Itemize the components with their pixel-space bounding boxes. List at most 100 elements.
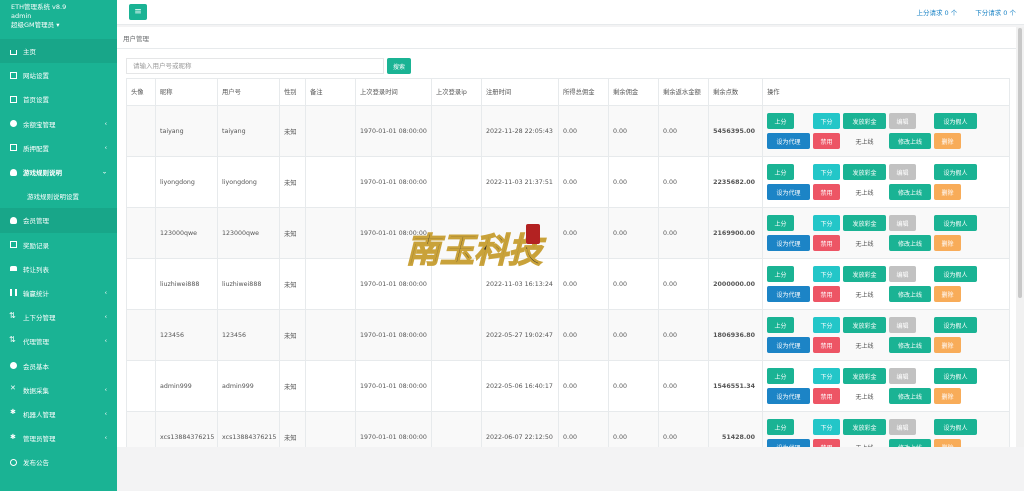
sidebar-item-16[interactable]: 管理员管理 ‹ (0, 426, 117, 450)
home-icon (10, 49, 17, 55)
sidebar-menu: 主页 网站设置 首页设置 余额宝管理 ‹ 质押配置 ‹ 游戏规则说明 ⌄ 游戏规则说明设置 会员管理… (0, 39, 117, 474)
sidebar-item-11[interactable]: 上下分管理 ‹ (0, 305, 117, 329)
scrollbar-thumb[interactable] (1018, 28, 1022, 298)
sidebar-item-0[interactable]: 主页 (0, 39, 117, 64)
bonus-button[interactable]: 发放彩金 (843, 164, 886, 180)
disable-button[interactable]: 禁用 (813, 388, 840, 404)
set-agent-button[interactable]: 设为代理 (767, 286, 810, 302)
down-button[interactable]: 下分 (813, 419, 840, 435)
sidebar-item-17[interactable]: 发布公告 (0, 450, 117, 474)
delete-button[interactable]: 删除 (934, 133, 961, 149)
set-fake-button[interactable]: 设为假人 (934, 164, 977, 180)
disable-button[interactable]: 禁用 (813, 439, 840, 447)
edit-parent-button[interactable]: 修改上线 (889, 286, 931, 302)
down-requests-link[interactable]: 下分请求 0 个 (975, 7, 1016, 17)
set-fake-button[interactable]: 设为假人 (934, 266, 977, 282)
up-button[interactable]: 上分 (767, 368, 794, 384)
bonus-button[interactable]: 发放彩金 (843, 368, 886, 384)
edit-parent-button[interactable]: 修改上线 (889, 388, 931, 404)
sidebar-item-8[interactable]: 奖励记录 (0, 233, 117, 257)
delete-button[interactable]: 删除 (934, 388, 961, 404)
page-title: 用户管理 (117, 27, 1016, 49)
reward-icon (10, 241, 17, 249)
disable-button[interactable]: 禁用 (813, 184, 840, 200)
up-button[interactable]: 上分 (767, 164, 794, 180)
cell-rebate: 0.00 (658, 156, 709, 208)
menu-toggle-button[interactable]: ≡ (129, 4, 147, 20)
disable-button[interactable]: 禁用 (813, 235, 840, 251)
up-requests-link[interactable]: 上分请求 0 个 (916, 7, 957, 17)
edit-button[interactable]: 编辑 (889, 266, 916, 282)
cell-ip (431, 309, 482, 361)
set-agent-button[interactable]: 设为代理 (767, 337, 810, 353)
sidebar-item-3[interactable]: 余额宝管理 ‹ (0, 112, 117, 136)
bonus-button[interactable]: 发放彩金 (843, 215, 886, 231)
sidebar-item-7[interactable]: 会员管理 (0, 208, 117, 233)
down-button[interactable]: 下分 (813, 113, 840, 129)
down-button[interactable]: 下分 (813, 164, 840, 180)
down-button[interactable]: 下分 (813, 317, 840, 333)
up-button[interactable]: 上分 (767, 266, 794, 282)
user-role-dropdown[interactable]: 超级GM管理员 ▾ (11, 21, 109, 30)
sidebar-item-5[interactable]: 游戏规则说明 ⌄ (0, 160, 117, 184)
up-button[interactable]: 上分 (767, 113, 794, 129)
up-button[interactable]: 上分 (767, 317, 794, 333)
edit-button[interactable]: 编辑 (889, 215, 916, 231)
sidebar-item-10[interactable]: 输赢统计 ‹ (0, 281, 117, 305)
delete-button[interactable]: 删除 (934, 286, 961, 302)
set-fake-button[interactable]: 设为假人 (934, 215, 977, 231)
set-fake-button[interactable]: 设为假人 (934, 317, 977, 333)
search-button[interactable]: 搜索 (387, 58, 411, 74)
sidebar-item-1[interactable]: 网站设置 (0, 63, 117, 87)
delete-button[interactable]: 删除 (934, 184, 961, 200)
disable-button[interactable]: 禁用 (813, 286, 840, 302)
set-fake-button[interactable]: 设为假人 (934, 113, 977, 129)
disable-button[interactable]: 禁用 (813, 337, 840, 353)
delete-button[interactable]: 删除 (934, 337, 961, 353)
set-agent-button[interactable]: 设为代理 (767, 184, 810, 200)
cell-rebate: 0.00 (658, 360, 709, 412)
edit-parent-button[interactable]: 修改上线 (889, 235, 931, 251)
down-button[interactable]: 下分 (813, 215, 840, 231)
delete-button[interactable]: 删除 (934, 439, 961, 447)
sidebar-item-4[interactable]: 质押配置 ‹ (0, 136, 117, 160)
sidebar-item-6[interactable]: 游戏规则说明设置 (0, 184, 117, 208)
up-button[interactable]: 上分 (767, 215, 794, 231)
sidebar-item-15[interactable]: 机器人管理 ‹ (0, 402, 117, 426)
bonus-button[interactable]: 发放彩金 (843, 266, 886, 282)
bonus-button[interactable]: 发放彩金 (843, 113, 886, 129)
up-button[interactable]: 上分 (767, 419, 794, 435)
sidebar-item-14[interactable]: 数据采集 ‹ (0, 378, 117, 402)
edit-parent-button[interactable]: 修改上线 (889, 184, 931, 200)
edit-button[interactable]: 编辑 (889, 113, 916, 129)
sidebar-item-9[interactable]: 转让列表 (0, 257, 117, 281)
down-button[interactable]: 下分 (813, 368, 840, 384)
edit-parent-button[interactable]: 修改上线 (889, 439, 931, 447)
edit-button[interactable]: 编辑 (889, 317, 916, 333)
delete-button[interactable]: 删除 (934, 235, 961, 251)
sidebar-item-2[interactable]: 首页设置 (0, 87, 117, 111)
column-header: 操作 (762, 78, 1010, 106)
edit-button[interactable]: 编辑 (889, 164, 916, 180)
disable-button[interactable]: 禁用 (813, 133, 840, 149)
edit-button[interactable]: 编辑 (889, 368, 916, 384)
set-agent-button[interactable]: 设为代理 (767, 133, 810, 149)
sidebar-item-12[interactable]: 代理管理 ‹ (0, 329, 117, 353)
edit-parent-button[interactable]: 修改上线 (889, 133, 931, 149)
sidebar-item-13[interactable]: 会员基本 (0, 353, 117, 377)
set-fake-button[interactable]: 设为假人 (934, 419, 977, 435)
cell-gender: 未知 (279, 156, 306, 208)
set-agent-button[interactable]: 设为代理 (767, 235, 810, 251)
bonus-button[interactable]: 发放彩金 (843, 317, 886, 333)
down-button[interactable]: 下分 (813, 266, 840, 282)
actions-cell: 上分 下分发放彩金编辑 设为假人设为代理禁用 无上线 修改上线删除 (762, 105, 1010, 157)
edit-button[interactable]: 编辑 (889, 419, 916, 435)
set-agent-button[interactable]: 设为代理 (767, 388, 810, 404)
cell-remark (305, 258, 356, 310)
down-requests-count: 0 个 (1003, 9, 1016, 17)
bonus-button[interactable]: 发放彩金 (843, 419, 886, 435)
edit-parent-button[interactable]: 修改上线 (889, 337, 931, 353)
set-fake-button[interactable]: 设为假人 (934, 368, 977, 384)
set-agent-button[interactable]: 设为代理 (767, 439, 810, 447)
search-input[interactable] (126, 58, 384, 74)
